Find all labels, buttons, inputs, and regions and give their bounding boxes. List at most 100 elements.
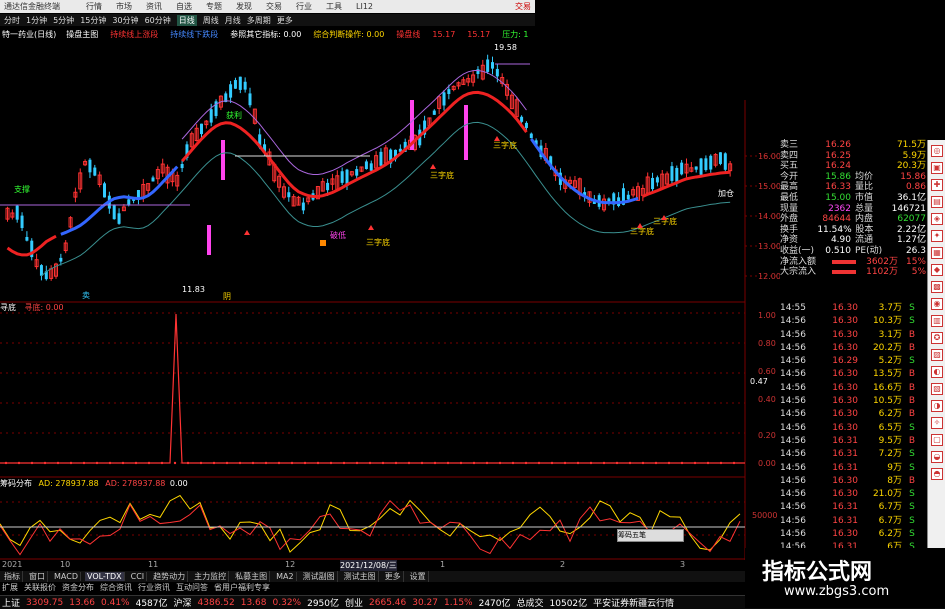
tool-icon[interactable]: ✚ <box>931 179 943 191</box>
menu-item-quote[interactable]: 行情 <box>86 1 102 12</box>
tool-icon[interactable]: ▤ <box>931 196 943 208</box>
menu-item-topic[interactable]: 专题 <box>206 1 222 12</box>
info-tab[interactable]: 扩展 <box>2 582 18 593</box>
menu-item-discover[interactable]: 发现 <box>236 1 252 12</box>
tool-icon[interactable]: ▦ <box>931 247 943 259</box>
tf-15min[interactable]: 15分钟 <box>80 15 106 26</box>
signal-dot <box>654 461 658 465</box>
tool-icon[interactable]: ✧ <box>931 417 943 429</box>
tool-icon[interactable]: ▨ <box>931 349 943 361</box>
quote-value2: 1.27亿 <box>896 235 926 246</box>
signal-dot <box>329 461 333 465</box>
buy-arrow <box>494 136 500 141</box>
candle-body <box>491 62 494 69</box>
indicator-tab[interactable]: MA2 <box>274 572 297 581</box>
indicator-tab[interactable]: 主力监控 <box>192 571 230 582</box>
tick-volume: 21.0万 <box>872 489 902 500</box>
tool-icon[interactable]: ◑ <box>931 400 943 412</box>
tool-icon[interactable]: ◒ <box>931 451 943 463</box>
tool-icon[interactable]: ▩ <box>931 281 943 293</box>
tool-icon[interactable]: ✦ <box>931 230 943 242</box>
tool-icon[interactable]: ◉ <box>931 298 943 310</box>
signal-dot <box>628 461 632 465</box>
tf-more[interactable]: 更多 <box>277 15 293 26</box>
tool-icon[interactable]: ✪ <box>931 332 943 344</box>
tick-price: 16.30 <box>832 303 858 313</box>
indicator-tab[interactable]: 窗口 <box>27 571 48 582</box>
indicator-tab[interactable]: 更多 <box>383 571 404 582</box>
news-ticker[interactable]: 平安证券新疆云行情 <box>593 596 674 609</box>
indicator-tab[interactable]: VOL-TDX <box>84 572 125 581</box>
signal-dot <box>498 461 502 465</box>
info-tab[interactable]: 互动问答 <box>176 582 208 593</box>
tf-60min[interactable]: 60分钟 <box>145 15 171 26</box>
tick-time: 14:56 <box>780 316 806 327</box>
tf-day[interactable]: 日线 <box>176 14 197 26</box>
index-cy-amount: 2470亿 <box>478 599 511 609</box>
indicator-tab[interactable]: 私募主图 <box>233 571 271 582</box>
menu-item-market[interactable]: 市场 <box>116 1 132 12</box>
tool-icon[interactable]: ◓ <box>931 468 943 480</box>
tick-side: B <box>908 329 916 340</box>
tool-icon[interactable]: ▣ <box>931 162 943 174</box>
indicator-tab[interactable]: 设置 <box>408 571 429 582</box>
tf-multi[interactable]: 多周期 <box>247 15 271 26</box>
tick-volume: 6.7万 <box>878 502 902 513</box>
flow-pct: 5% <box>911 267 926 278</box>
candle-body <box>20 215 24 229</box>
y-tick-label: 1.00 <box>758 311 776 320</box>
mid-panel-line <box>0 313 745 465</box>
indicator-tab[interactable]: 测试主图 <box>342 571 379 582</box>
signal-dot <box>69 461 73 465</box>
indicator-tab[interactable]: MACD <box>52 572 81 581</box>
quote-key: 卖三 <box>780 140 799 150</box>
tick-volume: 3.7万 <box>878 303 902 313</box>
price-low-label: 11.83 <box>182 285 205 294</box>
tick-side: B <box>908 396 916 407</box>
chip-button[interactable]: 筹码五笔 <box>617 529 684 542</box>
index-sz-name[interactable]: 沪深 <box>174 596 192 609</box>
info-tab[interactable]: 行业资讯 <box>138 582 170 593</box>
index-cy-name[interactable]: 创业 <box>345 596 363 609</box>
indicator-tab[interactable]: 趋势动力 <box>151 571 189 582</box>
info-tab[interactable]: 省用户福利专享 <box>214 582 270 593</box>
index-sh-name[interactable]: 上证 <box>2 596 20 609</box>
info-tab[interactable]: 综合资讯 <box>100 582 132 593</box>
tf-month[interactable]: 月线 <box>225 15 241 26</box>
tf-30min[interactable]: 30分钟 <box>112 15 138 26</box>
indicator-tab[interactable]: CCI <box>129 572 148 581</box>
indicator-tab[interactable]: 指标 <box>2 571 23 582</box>
tool-icon[interactable]: ◈ <box>931 213 943 225</box>
tool-icon[interactable]: ◎ <box>931 145 943 157</box>
quote-row: 最低 15.00 市值 36.1亿 <box>780 193 926 204</box>
tool-icon[interactable]: ◆ <box>931 264 943 276</box>
info-tab[interactable]: 关联报价 <box>24 582 56 593</box>
menu-item-watchlist[interactable]: 自选 <box>176 1 192 12</box>
tool-icon[interactable]: ◐ <box>931 366 943 378</box>
tf-fenshi[interactable]: 分时 <box>4 15 20 26</box>
tf-1min[interactable]: 1分钟 <box>26 15 47 26</box>
tick-side: B <box>908 409 916 420</box>
tf-5min[interactable]: 5分钟 <box>53 15 74 26</box>
signal-dot <box>342 461 346 465</box>
info-tab[interactable]: 资金分布 <box>62 582 94 593</box>
quote-key: 今开 <box>780 171 799 182</box>
menu-item-industry[interactable]: 行业 <box>296 1 312 12</box>
tool-icon[interactable]: ▧ <box>931 383 943 395</box>
quote-value: 16.25 <box>825 150 851 161</box>
menu-item-tools[interactable]: 工具 <box>326 1 342 12</box>
tick-time: 14:56 <box>780 529 806 540</box>
candle-body <box>180 164 184 169</box>
tick-volume: 5.2万 <box>878 356 902 367</box>
menu-item-trade[interactable]: 交易 <box>266 1 282 12</box>
menu-item-info[interactable]: 资讯 <box>146 1 162 12</box>
trade-button[interactable]: 交易 <box>515 1 531 12</box>
tick-row: 14:56 16.30 8万 B <box>780 475 926 488</box>
menu-item-li12[interactable]: LI12 <box>356 2 373 11</box>
tool-icon[interactable]: ▢ <box>931 434 943 446</box>
tick-volume: 6.7万 <box>878 515 902 526</box>
tf-week[interactable]: 周线 <box>203 15 219 26</box>
indicator-main[interactable]: 操盘主图 <box>64 29 100 40</box>
tool-icon[interactable]: ▥ <box>931 315 943 327</box>
indicator-tab[interactable]: 测试副图 <box>301 571 338 582</box>
